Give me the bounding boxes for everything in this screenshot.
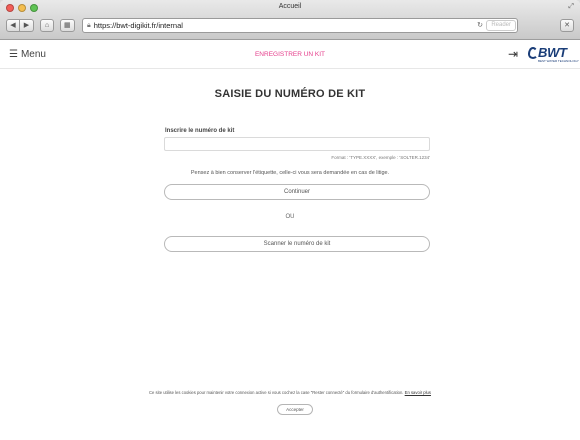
logo-text: BWT	[538, 45, 567, 60]
logo-subtitle: BEST WATER TECHNOLOGY	[538, 59, 579, 63]
learn-more-link[interactable]: En savoir plus	[405, 390, 431, 395]
scan-kit-button[interactable]: Scanner le numéro de kit	[164, 236, 430, 252]
cookie-message: Ce site utilise les cookies pour mainten…	[149, 390, 404, 395]
kit-number-label: Inscrire le numéro de kit	[165, 128, 235, 134]
continue-button[interactable]: Continuer	[164, 184, 430, 200]
resize-icon[interactable]: ⤢	[568, 3, 574, 11]
home-button[interactable]: ⌂	[40, 19, 54, 32]
format-hint: Format : 'TYPE.XXXX', exemple : 'SOLTER.…	[331, 155, 430, 160]
info-text: Pensez à bien conserver l'étiquette, cel…	[190, 170, 390, 176]
register-kit-link[interactable]: ENREGISTRER UN KIT	[0, 51, 580, 58]
browser-toolbar: ◀ ▶ ⌂ ▦ 🔒︎ https://bwt-digikit.fr/intern…	[0, 15, 580, 37]
lock-icon: 🔒︎	[87, 22, 91, 29]
browser-chrome: Accueil ⤢ ◀ ▶ ⌂ ▦ 🔒︎ https://bwt-digikit…	[0, 0, 580, 40]
address-bar[interactable]: 🔒︎ https://bwt-digikit.fr/internal ↻ Rea…	[82, 18, 518, 33]
page-title: SAISIE DU NUMÉRO DE KIT	[214, 88, 366, 100]
bookmarks-button[interactable]: ▦	[60, 19, 75, 32]
or-separator: OU	[285, 214, 295, 220]
kit-number-input[interactable]	[164, 137, 430, 151]
nav-buttons: ◀ ▶	[6, 19, 34, 32]
logo-mark-icon	[528, 47, 538, 59]
reader-button[interactable]: Reader	[486, 20, 516, 31]
bookmarks-icon: ▦	[64, 22, 71, 29]
reload-icon[interactable]: ↻	[477, 19, 483, 32]
accept-cookies-button[interactable]: Accepter	[277, 404, 313, 415]
back-button[interactable]: ◀	[6, 19, 20, 32]
cookie-banner-text: Ce site utilise les cookies pour mainten…	[0, 390, 580, 395]
forward-button[interactable]: ▶	[20, 19, 34, 32]
url-text: https://bwt-digikit.fr/internal	[93, 21, 183, 30]
window-title: Accueil	[278, 3, 302, 10]
home-icon: ⌂	[44, 22, 50, 29]
stop-icon: ✕	[564, 22, 570, 29]
stop-button[interactable]: ✕	[560, 19, 574, 32]
bwt-logo[interactable]: BWT BEST WATER TECHNOLOGY	[528, 45, 579, 66]
forward-icon: ▶	[23, 22, 30, 29]
back-icon: ◀	[10, 22, 16, 29]
browser-window: Accueil ⤢ ◀ ▶ ⌂ ▦ 🔒︎ https://bwt-digikit…	[0, 0, 580, 440]
site-header: ☰ Menu ENREGISTRER UN KIT ⇥ BWT BEST WAT…	[0, 41, 580, 69]
login-icon[interactable]: ⇥	[508, 47, 518, 61]
